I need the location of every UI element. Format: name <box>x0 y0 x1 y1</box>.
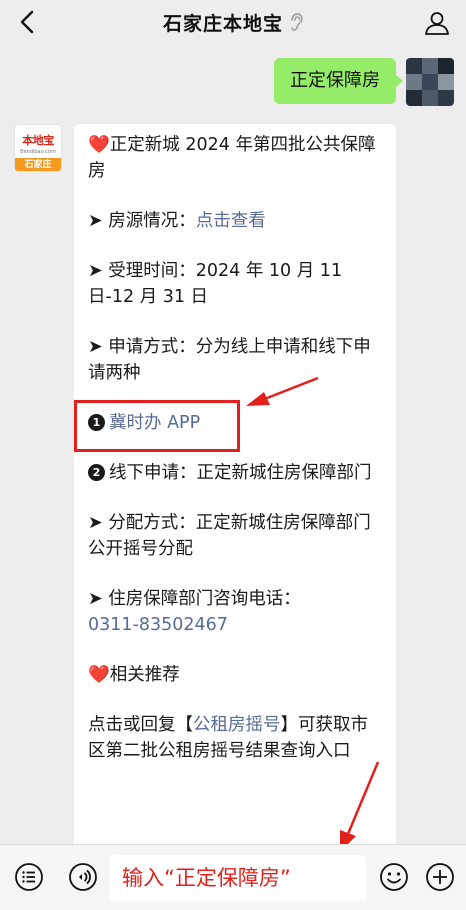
title-text: 正定新城 2024 年第四批公共保障房 <box>88 135 376 181</box>
sender-avatar[interactable]: 本地宝 Bendibao.com 石家庄 <box>14 124 62 172</box>
profile-button[interactable] <box>422 8 452 38</box>
time-line: ➤ 受理时间：2024 年 10 月 11 日-12 月 31 日 <box>88 258 382 310</box>
heart-icon: ❤️ <box>88 665 110 685</box>
recommend-line: 点击或回复【公租房摇号】可获取市区第二批公租房摇号结果查询入口 <box>88 712 382 764</box>
alloc-line: ➤ 分配方式：正定新城住房保障部门公开摇号分配 <box>88 510 382 562</box>
time-label: 受理时间： <box>108 261 196 281</box>
input-annotation: 输入“正定保障房” <box>122 866 291 890</box>
chevron-left-icon <box>20 10 34 34</box>
title-group: 石家庄本地宝 <box>163 9 303 36</box>
highlight-box <box>74 400 240 452</box>
chat-title: 石家庄本地宝 <box>162 12 283 35</box>
source-label: 房源情况： <box>108 211 196 231</box>
user-icon <box>425 12 449 35</box>
outgoing-text: 正定保障房 <box>290 70 380 91</box>
logo-city: 石家庄 <box>15 158 61 171</box>
arrow-icon: ➤ <box>88 211 103 231</box>
message-title: ❤️正定新城 2024 年第四批公共保障房 <box>88 132 382 184</box>
alloc-label: 分配方式： <box>108 513 196 533</box>
arrow-icon: ➤ <box>88 589 103 609</box>
item-offline: 2 线下申请：正定新城住房保障部门 <box>88 460 382 486</box>
arrow-icon: ➤ <box>88 513 103 533</box>
source-link[interactable]: 点击查看 <box>196 211 266 231</box>
phone-link[interactable]: 0311-83502467 <box>88 615 228 635</box>
my-avatar[interactable] <box>406 58 454 106</box>
method-label: 申请方式： <box>108 337 196 357</box>
number-two-icon: 2 <box>88 464 105 481</box>
incoming-bubble: ❤️正定新城 2024 年第四批公共保障房 ➤ 房源情况：点击查看 ➤ 受理时间… <box>74 124 396 864</box>
logo-url: Bendibao.com <box>20 149 56 155</box>
message-input[interactable]: 输入“正定保障房” <box>110 855 366 901</box>
back-button[interactable] <box>12 7 42 37</box>
outgoing-message: 正定保障房 <box>274 58 454 106</box>
related-heading: ❤️相关推荐 <box>88 662 382 688</box>
offline-value: 正定新城住房保障部门 <box>196 463 372 483</box>
method-line: ➤ 申请方式：分为线上申请和线下申请两种 <box>88 334 382 386</box>
recommend-link[interactable]: 公租房摇号 <box>193 715 281 735</box>
plus-icon <box>426 863 454 891</box>
bendibao-logo: 本地宝 <box>22 134 54 147</box>
input-bar: 输入“正定保障房” <box>0 844 466 910</box>
offline-label: 线下申请： <box>109 463 197 483</box>
arrow-icon: ➤ <box>88 261 103 281</box>
menu-button[interactable] <box>13 861 45 893</box>
phone-line: ➤ 住房保障部门咨询电话： 0311-83502467 <box>88 586 382 638</box>
phone-label: 住房保障部门咨询电话： <box>108 589 301 609</box>
heart-icon: ❤️ <box>88 135 110 155</box>
outgoing-bubble[interactable]: 正定保障房 <box>274 58 403 104</box>
voice-icon <box>69 863 97 891</box>
related-text: 相关推荐 <box>109 665 180 685</box>
recommend-pre: 点击或回复【 <box>88 715 193 735</box>
ear-icon <box>291 13 303 31</box>
chat-header: 石家庄本地宝 <box>0 0 466 44</box>
emoji-icon <box>380 863 408 891</box>
source-line: ➤ 房源情况：点击查看 <box>88 208 382 234</box>
menu-list-icon <box>15 863 43 891</box>
arrow-icon: ➤ <box>88 337 103 357</box>
add-button[interactable] <box>424 861 456 893</box>
emoji-button[interactable] <box>378 861 410 893</box>
voice-button[interactable] <box>67 861 99 893</box>
